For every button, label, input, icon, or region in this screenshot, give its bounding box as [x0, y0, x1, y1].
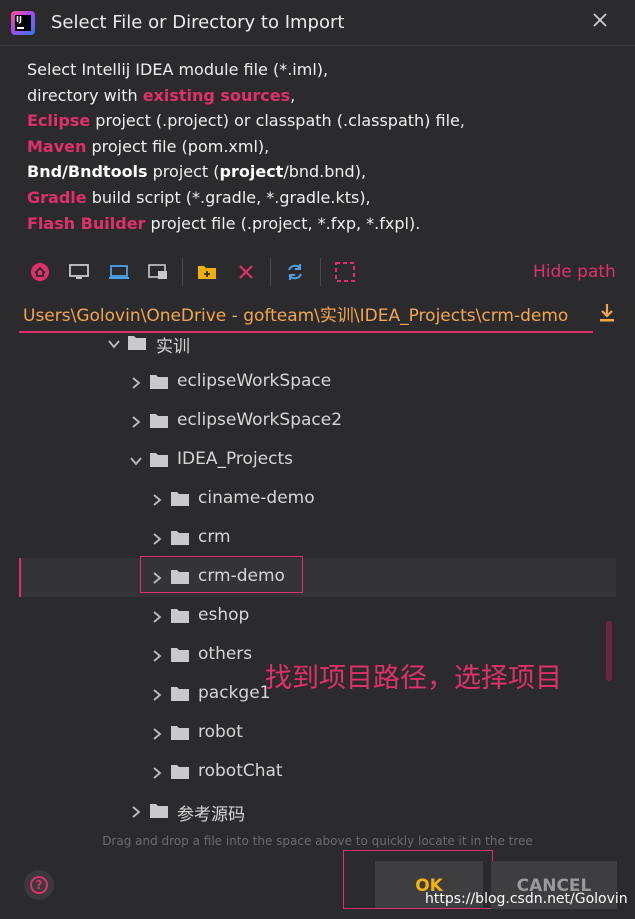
tree-row[interactable]: robotChat	[19, 753, 616, 792]
desc-line-4: Maven project file (pom.xml),	[27, 136, 270, 156]
tree-row[interactable]: IDEA_Projects	[19, 441, 616, 480]
chevron-right-icon[interactable]	[150, 765, 164, 779]
chevron-right-icon[interactable]	[150, 609, 164, 623]
download-icon[interactable]	[598, 302, 616, 324]
project-icon[interactable]	[105, 258, 133, 286]
path-input[interactable]	[19, 298, 593, 328]
chevron-down-icon[interactable]	[129, 453, 143, 467]
chevron-right-icon[interactable]	[150, 726, 164, 740]
chevron-right-icon[interactable]	[150, 687, 164, 701]
tree-scrollbar[interactable]	[606, 621, 612, 681]
desc-line-3: Eclipse project (.project) or classpath …	[27, 111, 465, 131]
new-folder-icon[interactable]	[193, 258, 221, 286]
tree-row-label: robotChat	[198, 761, 283, 781]
tree-row-selected[interactable]: crm-demo	[19, 558, 616, 597]
home-icon[interactable]	[26, 258, 54, 286]
tree-row-label: 实训	[156, 337, 190, 357]
folder-icon	[170, 530, 190, 546]
tree-row-label: 参考源码	[177, 805, 245, 825]
dialog-title: Select File or Directory to Import	[51, 12, 345, 33]
tree-row-label: others	[198, 644, 253, 664]
folder-icon	[149, 803, 169, 819]
app-icon-text: IJ	[16, 15, 22, 24]
tree-row-label: robot	[198, 722, 243, 742]
chevron-right-icon[interactable]	[150, 648, 164, 662]
desktop-icon[interactable]	[65, 258, 93, 286]
existing-sources-link: existing sources	[142, 85, 291, 105]
selection-annotation-box	[140, 556, 303, 593]
watermark-text: https://blog.csdn.net/Golovin	[425, 891, 628, 907]
desc-line-7: Flash Builder project file (.project, *.…	[27, 213, 421, 233]
tree-row[interactable]: eshop	[19, 597, 616, 636]
file-chooser-toolbar: Hide path	[19, 252, 619, 292]
tree-row-label: crm	[198, 527, 231, 547]
desc-line-6: Gradle build script (*.gradle, *.gradle.…	[27, 187, 371, 207]
folder-icon	[170, 686, 190, 702]
close-icon[interactable]	[588, 10, 612, 34]
folder-icon	[127, 335, 147, 351]
folder-icon	[170, 608, 190, 624]
tree-row[interactable]: 实训	[19, 330, 616, 363]
folder-icon	[170, 725, 190, 741]
file-tree[interactable]: 实训 eclipseWorkSpace eclipseWorkSpace2 IDEA_…	[19, 330, 616, 830]
chevron-down-icon[interactable]	[107, 336, 121, 350]
tree-row[interactable]: eclipseWorkSpace	[19, 363, 616, 402]
desc-line-2: directory with existing sources,	[27, 85, 296, 105]
title-bar: IJ Select File or Directory to Import	[0, 0, 635, 46]
chevron-right-icon[interactable]	[129, 375, 143, 389]
intellij-app-icon: IJ	[11, 11, 35, 35]
folder-icon	[170, 491, 190, 507]
path-field-wrapper	[19, 298, 593, 333]
chevron-right-icon[interactable]	[129, 414, 143, 428]
tree-row-label: IDEA_Projects	[177, 449, 293, 469]
tree-row-label: ciname-demo	[198, 488, 315, 508]
annotation-text: 找到项目路径，选择项目	[265, 663, 562, 694]
select-icon[interactable]	[331, 258, 359, 286]
chevron-right-icon[interactable]	[129, 804, 143, 818]
tree-row-label: eclipseWorkSpace	[177, 371, 332, 391]
tree-row[interactable]: ciname-demo	[19, 480, 616, 519]
folder-icon	[170, 647, 190, 663]
module-icon[interactable]	[144, 258, 172, 286]
refresh-icon[interactable]	[281, 258, 309, 286]
tree-row[interactable]: robot	[19, 714, 616, 753]
desc-line-5: Bnd/Bndtools project (project/bnd.bnd),	[27, 162, 367, 182]
tree-row[interactable]: 参考源码	[19, 792, 616, 830]
chevron-right-icon[interactable]	[150, 492, 164, 506]
folder-icon	[149, 374, 169, 390]
hide-path-link[interactable]: Hide path	[533, 262, 616, 282]
folder-icon	[170, 764, 190, 780]
tree-row[interactable]: crm	[19, 519, 616, 558]
tree-row-label: eshop	[198, 605, 250, 625]
folder-icon	[149, 413, 169, 429]
help-icon: ?	[30, 876, 48, 894]
desc-line-1: Select Intellij IDEA module file (*.iml)…	[27, 60, 329, 79]
import-description: Select Intellij IDEA module file (*.iml)…	[27, 57, 465, 236]
drag-drop-hint: Drag and drop a file into the space abov…	[102, 834, 533, 848]
tree-row-label: packge1	[198, 683, 271, 703]
tree-row-label: eclipseWorkSpace2	[177, 410, 343, 430]
folder-icon	[149, 452, 169, 468]
tree-row[interactable]: eclipseWorkSpace2	[19, 402, 616, 441]
help-button[interactable]: ?	[24, 870, 54, 900]
chevron-right-icon[interactable]	[150, 531, 164, 545]
delete-icon[interactable]	[232, 258, 260, 286]
